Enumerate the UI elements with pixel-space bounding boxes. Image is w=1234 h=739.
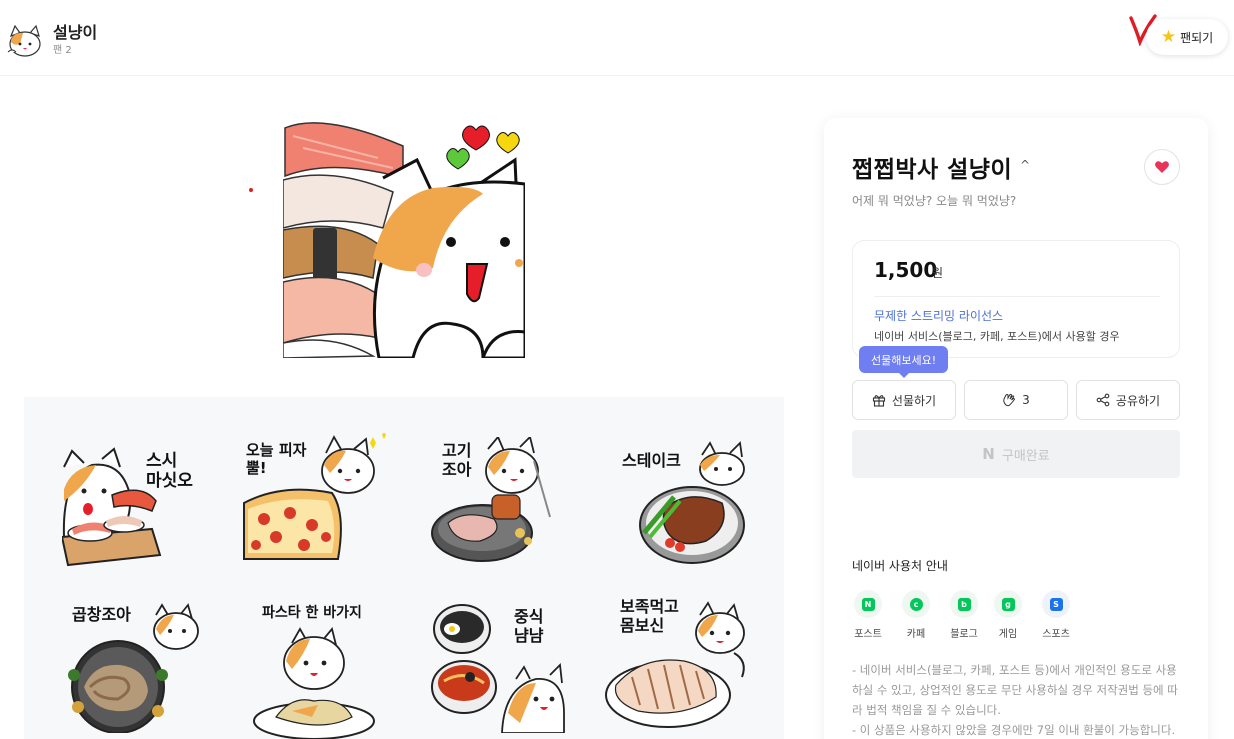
license-title[interactable]: 무제한 스트리밍 라이선스: [874, 307, 1003, 324]
share-label: 공유하기: [1115, 393, 1161, 408]
heart-icon: [1155, 161, 1169, 173]
purchase-complete-label: 구매완료: [1001, 448, 1050, 464]
clap-button[interactable]: 3: [964, 380, 1068, 420]
service-sports[interactable]: S 스포츠: [1036, 590, 1076, 640]
sticker-pasta[interactable]: [252, 617, 402, 739]
naver-n-icon: N: [982, 445, 995, 463]
creator-name[interactable]: 설냥이: [53, 19, 97, 43]
divider: [874, 296, 1160, 297]
sticker-chinese-food[interactable]: [424, 603, 574, 734]
top-header: 설냥이 팬 2 ★ 팬되기: [0, 0, 1234, 76]
clap-icon: [1003, 393, 1016, 407]
service-post[interactable]: N 포스트: [848, 590, 888, 640]
usage-guide-title: 네이버 사용처 안내: [852, 559, 948, 573]
service-cafe-label: 카페: [906, 629, 926, 640]
become-fan-label: 팬되기: [1180, 30, 1214, 45]
usage-notice: - 네이버 서비스(블로그, 카페, 포스트 등)에서 개인적인 용도로 사용하…: [852, 660, 1182, 739]
sticker-bossam-caption: 보족먹고 몸보신: [620, 597, 679, 636]
notice-line-2: - 이 상품은 사용하지 않았을 경우에만 7일 이내 환불이 가능합니다.: [852, 723, 1176, 737]
caret-up-icon[interactable]: ^: [1020, 158, 1030, 172]
product-panel: 쩝쩝박사 설냥이 ^ 어제 뭐 먹었냥? 오늘 뭐 먹었냥? 1,500 원 무…: [824, 118, 1208, 739]
sticker-chinese-caption: 중식 냠냠: [514, 607, 544, 646]
purchase-complete-button[interactable]: N 구매완료: [852, 430, 1180, 478]
service-sports-label: 스포츠: [1042, 629, 1070, 640]
gift-icon: [872, 395, 885, 407]
price-unit: 원: [932, 266, 944, 280]
sticker-gallery: 스시 마싯오 오늘 피자 뿔! 고기 조아 스테이크 곱창조아 파스타 한 바가…: [24, 397, 784, 739]
price-box: 1,500 원 무제한 스트리밍 라이선스 네이버 서비스(블로그, 카페, 포…: [852, 240, 1180, 358]
creator-avatar[interactable]: [6, 22, 44, 58]
product-title: 쩝쩝박사 설냥이: [852, 157, 1013, 183]
gift-label: 선물하기: [891, 393, 937, 408]
cafe-icon: c: [902, 590, 930, 618]
sticker-meat-caption: 고기 조아: [442, 441, 472, 480]
license-description: 네이버 서비스(블로그, 카페, 포스트)에서 사용할 경우: [874, 330, 1120, 343]
star-icon: ★: [1160, 26, 1177, 47]
hero-sticker-image: [283, 118, 525, 358]
notice-line-1: - 네이버 서비스(블로그, 카페, 포스트 등)에서 개인적인 용도로 사용하…: [852, 663, 1178, 717]
sticker-sushi-caption: 스시 마싯오: [146, 451, 193, 492]
service-post-label: 포스트: [854, 629, 882, 640]
like-button[interactable]: [1144, 149, 1180, 185]
service-cafe[interactable]: c 카페: [896, 590, 936, 640]
post-icon: N: [854, 590, 882, 618]
gift-button[interactable]: 선물하기: [852, 380, 956, 420]
sticker-pasta-caption: 파스타 한 바가지: [262, 605, 362, 621]
gift-tooltip: 선물해보세요!: [859, 346, 949, 378]
red-dot: [249, 188, 253, 192]
share-button[interactable]: 공유하기: [1076, 380, 1180, 420]
service-game-label: 게임: [998, 629, 1018, 640]
share-icon: [1096, 393, 1110, 407]
price-value: 1,500: [874, 258, 938, 282]
sticker-pizza-caption: 오늘 피자 뿔!: [246, 441, 307, 477]
clap-count: 3: [1022, 393, 1030, 407]
sticker-steak-caption: 스테이크: [622, 451, 681, 470]
service-game[interactable]: g 게임: [988, 590, 1028, 640]
sticker-gopchang-caption: 곱창조아: [72, 605, 131, 624]
blog-icon: b: [950, 590, 978, 618]
service-blog[interactable]: b 블로그: [944, 590, 984, 640]
service-blog-label: 블로그: [950, 629, 978, 640]
product-subtitle: 어제 뭐 먹었냥? 오늘 뭐 먹었냥?: [852, 194, 1017, 208]
sports-icon: S: [1042, 590, 1070, 618]
fan-count: 팬 2: [53, 45, 72, 56]
game-icon: g: [994, 590, 1022, 618]
become-fan-button[interactable]: ★ 팬되기: [1146, 19, 1228, 55]
